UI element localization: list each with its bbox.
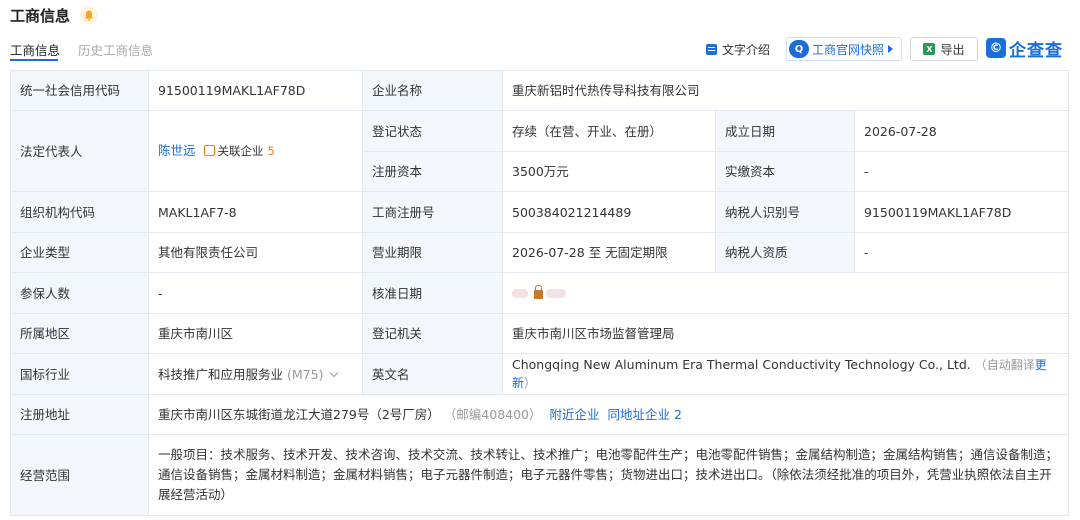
blurred-value <box>546 288 566 298</box>
related-company-count: 5 <box>267 144 275 158</box>
auto-translate-note: （自动翻译 <box>974 358 1035 372</box>
postcode: （邮编408400） <box>443 407 542 422</box>
biz-term-label: 营业期限 <box>362 232 503 273</box>
legal-rep-link[interactable]: 陈世远 <box>158 143 196 158</box>
industry-value: 科技推广和应用服务业 <box>158 366 284 382</box>
org-code-value: MAKL1AF7-8 <box>148 191 363 233</box>
active-tab-indicator <box>10 59 58 61</box>
section-header: 工商信息 <box>10 4 99 26</box>
taxpayer-id-value: 91500119MAKL1AF78D <box>853 191 1070 233</box>
taxpayer-qual-value: - <box>853 232 1070 273</box>
table-row: 经营范围 一般项目：技术服务、技术开发、技术咨询、技术交流、技术转让、技术推广；… <box>10 434 1070 516</box>
reg-capital-value: 3500万元 <box>502 151 716 192</box>
approve-date-label: 核准日期 <box>362 272 503 314</box>
table-row: 统一社会信用代码 91500119MAKL1AF78D 企业名称 重庆新铝时代热… <box>10 70 1070 111</box>
tab-history-business-info[interactable]: 历史工商信息 <box>78 40 153 59</box>
blurred-value <box>512 288 528 298</box>
company-type-value: 其他有限责任公司 <box>148 232 363 273</box>
taxpayer-id-label: 纳税人识别号 <box>715 191 855 233</box>
related-company-button[interactable]: 关联企业 5 <box>196 143 275 158</box>
table-row: 注册地址 重庆市南川区东城街道龙江大道279号（2号厂房） （邮编408400）… <box>10 394 1070 435</box>
same-address-label: 同地址企业 <box>607 407 670 422</box>
biz-term-value: 2026-07-28 至 无固定期限 <box>502 232 716 273</box>
scope-value: 一般项目：技术服务、技术开发、技术咨询、技术交流、技术转让、技术推广；电池零配件… <box>147 434 1070 516</box>
chevron-down-icon <box>330 368 339 377</box>
address-value: 重庆市南川区东城街道龙江大道279号（2号厂房） <box>158 407 440 422</box>
insured-value: - <box>148 272 363 314</box>
status-label: 登记状态 <box>362 110 503 152</box>
table-row: 参保人数 - 核准日期 <box>10 272 1070 314</box>
same-address-count: 2 <box>673 407 682 422</box>
same-address-link[interactable]: 同地址企业 2 <box>607 407 681 422</box>
found-date-label: 成立日期 <box>715 110 855 152</box>
english-name-value: Chongqing New Aluminum Era Thermal Condu… <box>512 357 971 372</box>
logo-mark-icon: © <box>986 38 1006 58</box>
approve-date-value[interactable] <box>501 272 1070 314</box>
reg-no-label: 工商注册号 <box>362 191 503 233</box>
company-name-label: 企业名称 <box>362 70 503 111</box>
english-name-cell: Chongqing New Aluminum Era Thermal Condu… <box>501 353 1070 395</box>
status-value: 存续（在营、开业、在册） <box>502 110 716 152</box>
company-type-label: 企业类型 <box>10 232 149 273</box>
tab-business-info[interactable]: 工商信息 <box>10 40 60 59</box>
reg-capital-label: 注册资本 <box>362 151 503 192</box>
reg-authority-value: 重庆市南川区市场监督管理局 <box>501 313 1070 354</box>
related-network-icon <box>203 145 215 156</box>
org-code-label: 组织机构代码 <box>10 191 149 233</box>
scope-label: 经营范围 <box>10 434 149 516</box>
taxpayer-qual-label: 纳税人资质 <box>715 232 855 273</box>
export-button[interactable]: X 导出 <box>910 37 978 61</box>
snapshot-icon: Q <box>789 40 809 58</box>
credit-code-label: 统一社会信用代码 <box>10 70 149 111</box>
lock-icon <box>534 284 543 299</box>
text-intro-button[interactable]: 文字介绍 <box>706 38 770 60</box>
reg-authority-label: 登记机关 <box>362 313 503 354</box>
related-company-label: 关联企业 <box>217 144 264 158</box>
company-name-value: 重庆新铝时代热传导科技有限公司 <box>501 70 1070 111</box>
excel-icon: X <box>923 43 936 55</box>
export-label: 导出 <box>940 42 965 57</box>
logo-text: 企查查 <box>1009 40 1063 61</box>
paid-capital-label: 实缴资本 <box>715 151 855 192</box>
qichacha-logo: © 企查查 <box>986 36 1063 61</box>
address-label: 注册地址 <box>10 394 149 435</box>
reg-no-value: 500384021214489 <box>502 191 716 233</box>
found-date-value: 2026-07-28 <box>853 110 1070 152</box>
legal-rep-label: 法定代表人 <box>10 110 149 192</box>
document-icon <box>706 43 717 55</box>
region-label: 所属地区 <box>10 313 149 354</box>
table-row: 国标行业 科技推广和应用服务业 (M75) 英文名 Chongqing New … <box>10 353 1070 395</box>
official-snapshot-button[interactable]: Q 工商官网快照 <box>786 37 902 61</box>
legal-rep-cell: 陈世远 关联企业 5 <box>148 110 363 192</box>
credit-code-value: 91500119MAKL1AF78D <box>148 70 363 111</box>
business-info-table: 统一社会信用代码 91500119MAKL1AF78D 企业名称 重庆新铝时代热… <box>10 70 1070 516</box>
paid-capital-value: - <box>853 151 1070 192</box>
text-intro-label: 文字介绍 <box>722 42 771 57</box>
insured-label: 参保人数 <box>10 272 149 314</box>
table-row: 法定代表人 陈世远 关联企业 5 登记状态 存续（在营、开业、在册） 成立日期 2… <box>10 110 1070 192</box>
table-row: 组织机构代码 MAKL1AF7-8 工商注册号 500384021214489 … <box>10 191 1070 233</box>
auto-translate-note-end: ） <box>524 376 537 390</box>
address-cell: 重庆市南川区东城街道龙江大道279号（2号厂房） （邮编408400） 附近企业… <box>147 394 1070 435</box>
play-arrow-icon <box>888 45 894 53</box>
region-value: 重庆市南川区 <box>148 313 363 354</box>
industry-label: 国标行业 <box>10 353 149 395</box>
page-title: 工商信息 <box>10 6 71 25</box>
table-row: 所属地区 重庆市南川区 登记机关 重庆市南川区市场监督管理局 <box>10 313 1070 354</box>
english-name-label: 英文名 <box>362 353 503 395</box>
bell-icon[interactable] <box>80 6 99 24</box>
snapshot-label: 工商官网快照 <box>812 42 885 57</box>
industry-dropdown[interactable]: 科技推广和应用服务业 (M75) <box>148 353 363 395</box>
nearby-companies-link[interactable]: 附近企业 <box>549 407 599 422</box>
industry-code: (M75) <box>287 366 324 382</box>
table-row: 企业类型 其他有限责任公司 营业期限 2026-07-28 至 无固定期限 纳税… <box>10 232 1070 273</box>
